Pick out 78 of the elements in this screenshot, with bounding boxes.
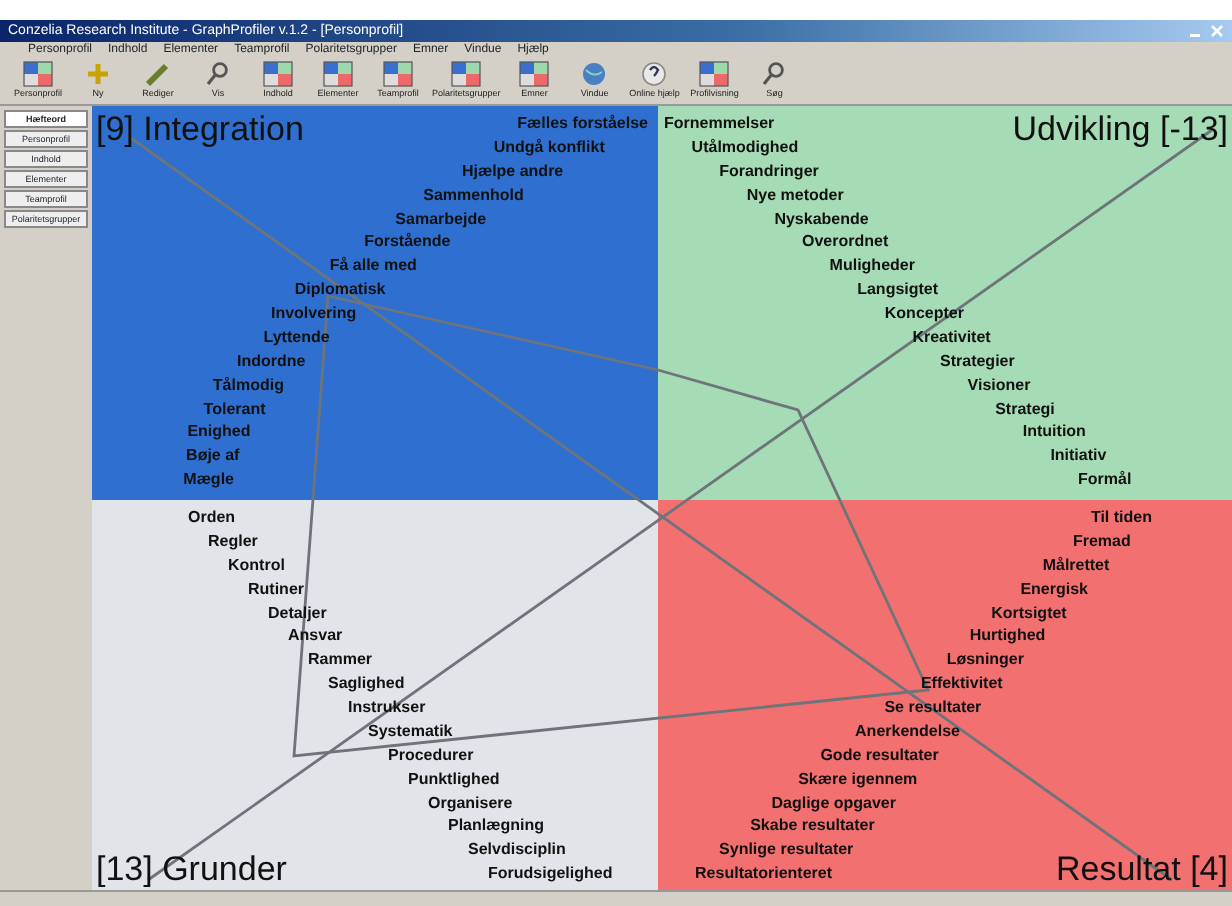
pen-icon bbox=[142, 60, 174, 88]
quadrant-word: Løsninger bbox=[946, 648, 1024, 673]
quadrant-title: [9] Integration bbox=[96, 112, 304, 146]
quadrant-word: Koncepter bbox=[884, 302, 964, 326]
quadrant-word: Ansvar bbox=[288, 624, 343, 649]
quadrant-word: Energisk bbox=[1020, 577, 1088, 601]
quadrant-word: Enighed bbox=[187, 420, 251, 445]
quadrant-word: Undgå konflikt bbox=[493, 135, 605, 160]
quadrant-word: Overordnet bbox=[802, 230, 889, 255]
quadrant-word: Skabe resultater bbox=[750, 814, 875, 839]
quadrant-word: Mægle bbox=[183, 468, 234, 492]
quadrant-word: Skære igennem bbox=[798, 767, 918, 791]
chart-icon bbox=[698, 60, 731, 88]
quadrant-word: Sammenhold bbox=[423, 183, 524, 207]
quadrant-word: Daglige opgaver bbox=[771, 791, 896, 815]
quadrant-word: Få alle med bbox=[329, 254, 417, 279]
quadrant-word: Målrettet bbox=[1042, 553, 1110, 578]
quadrant-word: Muligheder bbox=[829, 254, 915, 279]
quadrant-word: Involvering bbox=[270, 302, 357, 326]
chart-icon bbox=[518, 60, 551, 88]
chart-icon bbox=[22, 60, 54, 88]
quadrant-word: Kortsigtet bbox=[991, 601, 1067, 625]
quadrant-word: Diplomatisk bbox=[294, 278, 386, 302]
quadrant-word: Langsigtet bbox=[857, 278, 939, 302]
quadrant-word: Orden bbox=[188, 506, 236, 530]
quadrant-word: Utålmodighed bbox=[691, 135, 799, 160]
chart-icon bbox=[382, 60, 414, 88]
quadrant-word: Gode resultater bbox=[820, 743, 939, 768]
quadrant-word: Til tiden bbox=[1090, 506, 1152, 530]
quadrant-word: Nye metoder bbox=[746, 183, 844, 207]
help-icon bbox=[638, 60, 671, 88]
quadrant-word: Planlægning bbox=[448, 814, 544, 839]
chart-icon bbox=[322, 60, 354, 88]
quadrant-word: Instrukser bbox=[348, 696, 426, 720]
quadrant-word: Fremad bbox=[1072, 529, 1131, 554]
quadrant-word: Samarbejde bbox=[395, 207, 487, 231]
quadrant-word: Strategi bbox=[995, 397, 1055, 421]
quadrant-word: Kreativitet bbox=[912, 325, 991, 350]
quadrant-word: Procedurer bbox=[388, 743, 474, 768]
quadrant-word: Fælles forståelse bbox=[517, 112, 648, 136]
quadrant-word: Organisere bbox=[428, 791, 513, 815]
quadrant-word: Forudsigelighed bbox=[488, 862, 613, 886]
search-icon bbox=[202, 60, 234, 88]
quadrant-word: Punktlighed bbox=[408, 767, 500, 791]
plus-icon bbox=[82, 60, 114, 88]
quadrant-word: Strategier bbox=[940, 349, 1015, 374]
quadrant-word: Nyskabende bbox=[774, 207, 869, 231]
quadrant-word: Rammer bbox=[308, 648, 373, 673]
quadrant-word: Synlige resultater bbox=[719, 838, 854, 863]
quadrant-word: Tålmodig bbox=[212, 373, 284, 397]
chart-icon bbox=[262, 60, 294, 88]
quadrant-word: Systematik bbox=[368, 719, 453, 744]
quadrant-word: Selvdisciplin bbox=[468, 838, 566, 863]
quadrant-title: [13] Grunder bbox=[96, 852, 287, 886]
quadrant-word: Visioner bbox=[967, 373, 1031, 397]
quadrant-word: Formål bbox=[1078, 468, 1132, 492]
quadrant-word: Lyttende bbox=[263, 325, 330, 350]
quadrant-word: Hjælpe andre bbox=[461, 159, 564, 184]
quadrant-word: Kontrol bbox=[228, 553, 285, 578]
quadrant-word: Resultatorienteret bbox=[695, 862, 832, 886]
quadrant-word: Initiativ bbox=[1050, 444, 1107, 469]
quadrant-word: Forstående bbox=[364, 230, 451, 255]
quadrant-word: Detaljer bbox=[268, 601, 327, 625]
quadrant-word: Intuition bbox=[1022, 420, 1086, 445]
quadrant-word: Anerkendelse bbox=[855, 719, 960, 744]
close-icon[interactable] bbox=[1210, 24, 1224, 38]
quadrant-word: Indordne bbox=[236, 349, 306, 374]
quadrant-word: Regler bbox=[208, 529, 258, 554]
quadrant-word: Fornemmelser bbox=[664, 112, 775, 136]
chart-icon bbox=[450, 60, 483, 88]
quadrant-title: Udvikling [-13] bbox=[1012, 112, 1228, 146]
quadrant-word: Tolerant bbox=[203, 397, 266, 421]
quadrant-word: Forandringer bbox=[719, 159, 819, 184]
quadrant-word: Saglighed bbox=[328, 672, 405, 696]
quadrant-word: Rutiner bbox=[248, 577, 304, 601]
quadrant-word: Hurtighed bbox=[969, 624, 1046, 649]
globe-icon bbox=[578, 60, 611, 88]
quadrant-word: Bøje af bbox=[186, 444, 240, 469]
